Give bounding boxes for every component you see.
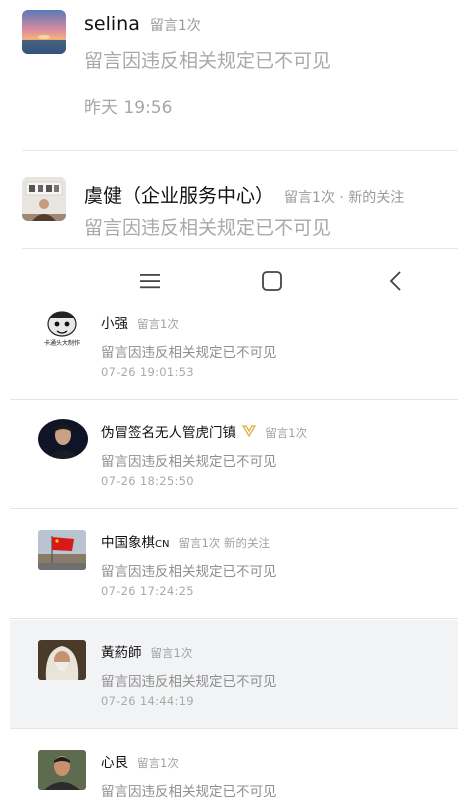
comment-item[interactable]: 伪冒签名无人管虎门镇 留言1次 留言因违反相关规定已不可见 07-26 18:2… [10, 400, 458, 509]
divider [10, 618, 458, 619]
comment-count: 留言1次 [150, 646, 193, 660]
commenter-name[interactable]: 小强 留言1次 [101, 312, 179, 332]
comment-time: 昨天 19:56 [84, 98, 173, 118]
comment-count: 留言1次 · 新的关注 [284, 190, 405, 206]
gold-ribbon-icon [242, 425, 257, 441]
divider [22, 248, 458, 249]
comment-message: 留言因违反相关规定已不可见 [101, 345, 277, 361]
avatar-caption: 卡通头大制作 [43, 340, 80, 347]
comment-item[interactable]: 中国象棋CN 留言1次 新的关注 留言因违反相关规定已不可见 07-26 17:2… [10, 510, 458, 619]
commenter-name-suffix: CN [155, 539, 170, 550]
commenter-name-text[interactable]: 中国象棋 [101, 535, 155, 551]
comment-item-selina[interactable]: selina 留言1次 留言因违反相关规定已不可见 昨天 19:56 [0, 0, 458, 150]
comment-item[interactable]: 心艮 留言1次 留言因违反相关规定已不可见 [10, 730, 458, 803]
cartoon-avatar-icon[interactable]: 卡通头大制作 [38, 308, 86, 348]
comment-item[interactable]: 黃葯師 留言1次 留言因违反相关规定已不可见 07-26 14:44:19 [10, 620, 458, 729]
man-portrait-avatar-icon[interactable] [38, 419, 88, 459]
commenter-name-text[interactable]: 伪冒签名无人管虎门镇 [101, 425, 236, 441]
comment-count: 留言1次 [137, 756, 179, 770]
comment-item[interactable]: 卡通头大制作 小强 留言1次 留言因违反相关规定已不可见 07-26 19:01:… [10, 291, 458, 400]
commenter-name[interactable]: 黃葯師 留言1次 [101, 641, 192, 661]
commenter-name[interactable]: 心艮 留言1次 [101, 751, 179, 771]
comment-message: 留言因违反相关规定已不可见 [101, 784, 277, 800]
comment-message: 留言因违反相关规定已不可见 [101, 454, 277, 470]
commenter-name-text[interactable]: 小强 [101, 316, 128, 332]
commenter-name-text[interactable]: selina [84, 13, 140, 35]
commenter-name-text[interactable]: 黃葯師 [101, 645, 142, 661]
comment-count: 留言1次 [265, 426, 308, 440]
comment-time: 07-26 19:01:53 [101, 365, 194, 379]
commenter-name[interactable]: 中国象棋CN 留言1次 新的关注 [101, 531, 270, 551]
comment-item-yujian[interactable]: 虞健（企业服务中心） 留言1次 · 新的关注 留言因违反相关规定已不可见 [0, 151, 458, 248]
commenter-name[interactable]: selina 留言1次 [84, 13, 201, 35]
young-man-avatar-icon[interactable] [38, 750, 86, 790]
comment-time: 07-26 17:24:25 [101, 584, 194, 598]
office-avatar-icon[interactable] [22, 177, 66, 221]
divider [10, 508, 458, 509]
comment-count: 留言1次 [149, 18, 201, 34]
commenter-name-text[interactable]: 虞健（企业服务中心） [84, 185, 274, 207]
comment-time: 07-26 14:44:19 [101, 694, 194, 708]
divider [10, 728, 458, 729]
sunset-avatar-icon[interactable] [22, 10, 66, 54]
comment-message: 留言因违反相关规定已不可见 [84, 217, 332, 239]
old-man-avatar-icon[interactable] [38, 640, 86, 680]
commenter-name[interactable]: 伪冒签名无人管虎门镇 留言1次 [101, 421, 307, 441]
comment-time: 07-26 18:25:50 [101, 474, 194, 488]
comment-message: 留言因违反相关规定已不可见 [101, 564, 277, 580]
comment-message: 留言因违反相关规定已不可见 [101, 674, 277, 690]
commenter-name[interactable]: 虞健（企业服务中心） 留言1次 · 新的关注 [84, 181, 404, 208]
comment-count: 留言1次 [137, 317, 179, 331]
commenter-name-text[interactable]: 心艮 [101, 755, 128, 771]
comment-count: 留言1次 新的关注 [178, 536, 270, 550]
red-flag-avatar-icon[interactable] [38, 530, 86, 570]
comment-message: 留言因违反相关规定已不可见 [84, 50, 332, 72]
